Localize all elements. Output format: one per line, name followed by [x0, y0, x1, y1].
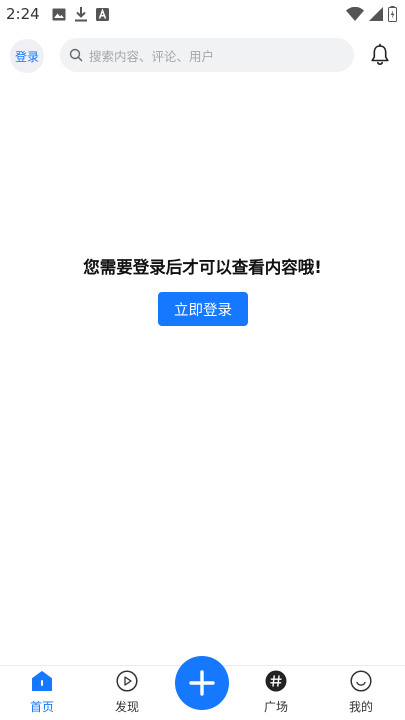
- battery-icon: [388, 6, 397, 22]
- bell-icon[interactable]: [368, 43, 392, 67]
- plus-icon: [189, 670, 215, 696]
- nav-item-home[interactable]: 首页: [12, 670, 72, 715]
- search-input[interactable]: 搜索内容、评论、用户: [60, 38, 354, 72]
- nav-item-discover[interactable]: 发现: [97, 670, 157, 715]
- status-bar: 2:24: [0, 0, 405, 28]
- a-letter-icon: [95, 7, 109, 21]
- status-time: 2:24: [6, 5, 40, 23]
- nav-label-home: 首页: [29, 700, 54, 714]
- home-icon: [32, 671, 52, 691]
- status-notification-icons: [52, 6, 109, 22]
- image-icon: [52, 8, 66, 20]
- download-icon: [74, 6, 87, 21]
- search-icon: [69, 48, 83, 62]
- login-now-button[interactable]: 立即登录: [158, 292, 248, 326]
- play-circle-icon: [116, 670, 138, 692]
- nav-item-mine[interactable]: 我的: [331, 670, 391, 715]
- wifi-icon: [346, 7, 364, 21]
- nav-label-mine: 我的: [348, 700, 373, 714]
- login-avatar-button[interactable]: 登录: [10, 39, 44, 73]
- nav-label-discover: 发现: [114, 700, 139, 714]
- signal-icon: [369, 7, 383, 21]
- search-placeholder: 搜索内容、评论、用户: [89, 48, 215, 64]
- nav-item-square[interactable]: 广场: [246, 670, 306, 715]
- nav-label-square: 广场: [263, 700, 288, 714]
- create-post-button[interactable]: [175, 656, 229, 710]
- hashtag-icon: [265, 670, 287, 692]
- login-required-message: 您需要登录后才可以查看内容哦!: [83, 258, 322, 277]
- status-system-icons: [346, 6, 397, 22]
- top-header: 登录 搜索内容、评论、用户: [0, 38, 405, 74]
- smiley-icon: [350, 670, 372, 692]
